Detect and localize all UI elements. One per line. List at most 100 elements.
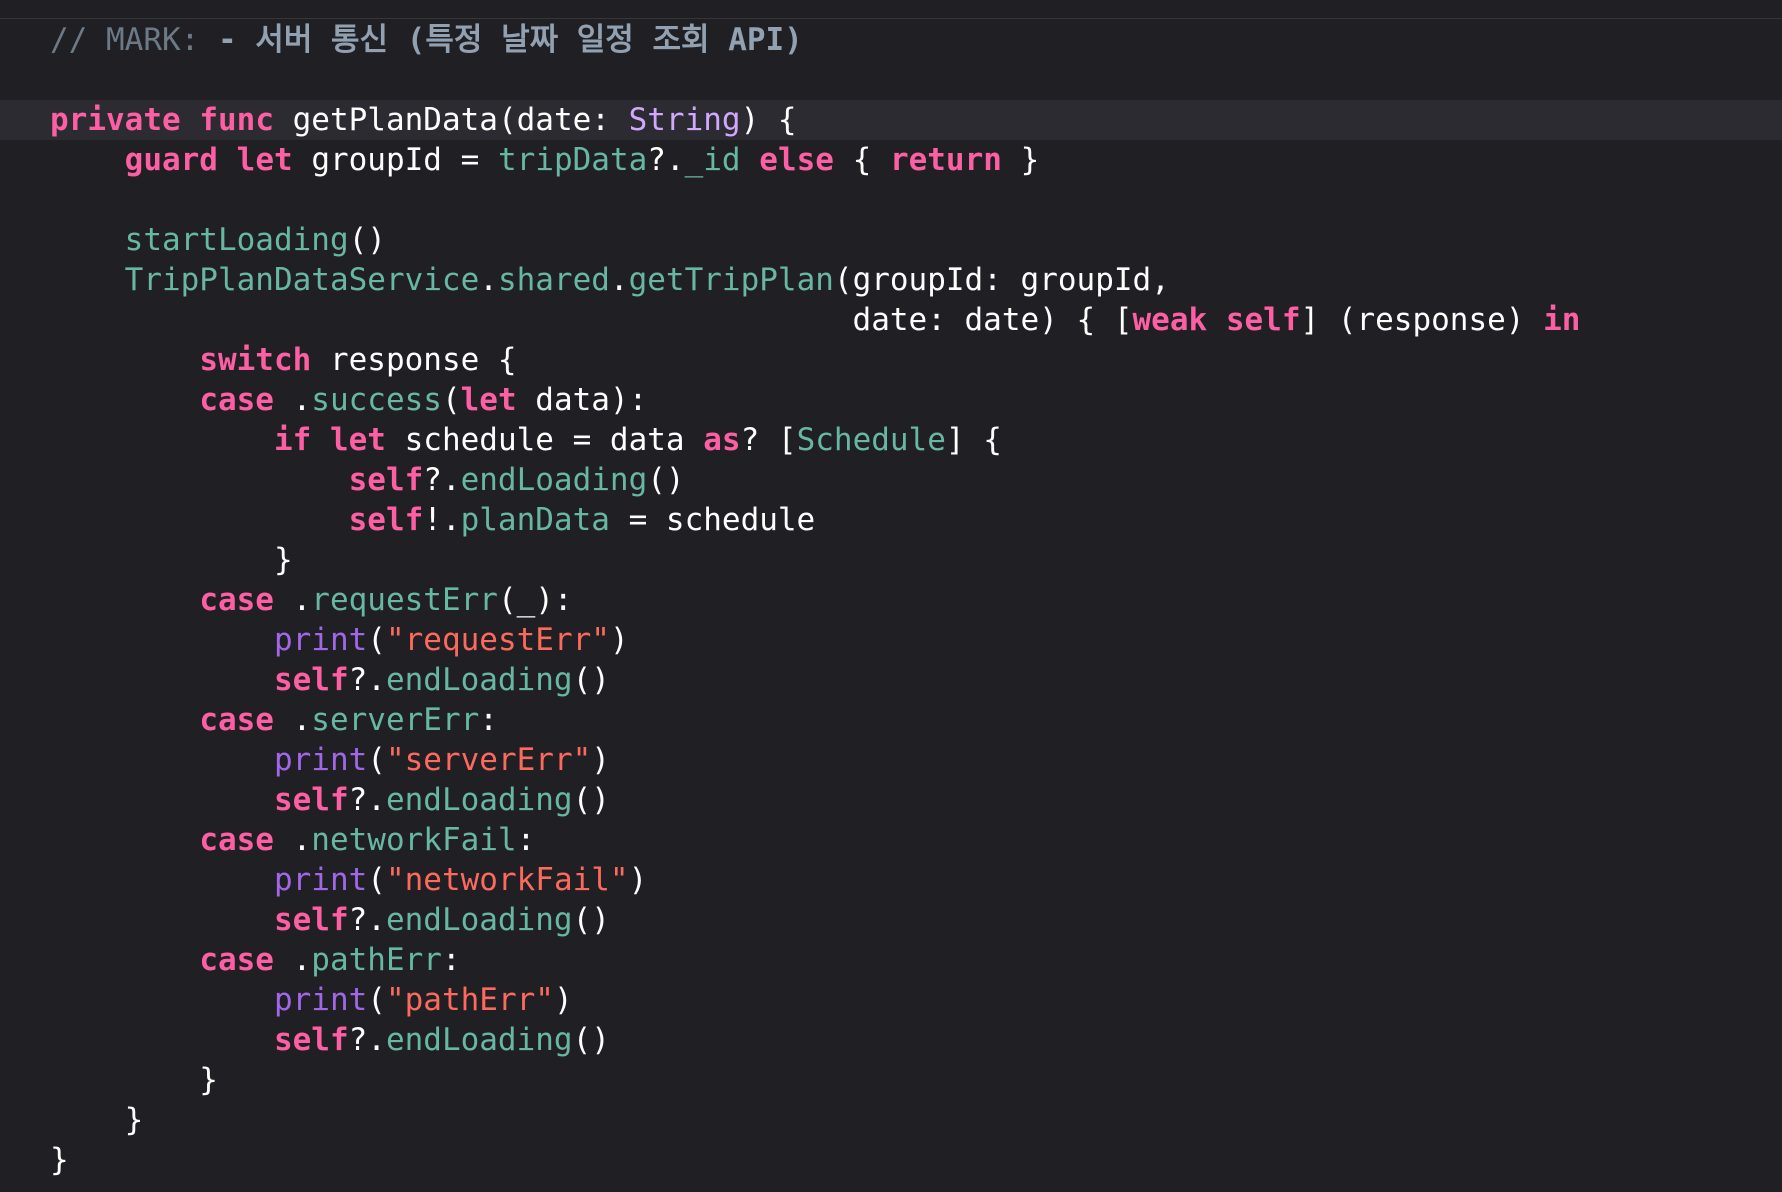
code-token: String xyxy=(628,102,741,138)
code-line[interactable]: self?.endLoading() xyxy=(50,780,1750,820)
code-line[interactable]: switch response { xyxy=(50,340,1750,380)
code-line[interactable]: case .serverErr: xyxy=(50,700,1750,740)
code-line[interactable] xyxy=(50,180,1750,220)
code-token: : xyxy=(516,822,536,858)
code-token: pathErr xyxy=(311,942,442,978)
code-token: data): xyxy=(516,382,648,418)
code-empty xyxy=(50,62,69,98)
code-editor[interactable]: // MARK: - 서버 통신 (특정 날짜 일정 조회 API) priva… xyxy=(0,0,1782,1192)
code-token: self xyxy=(273,662,349,698)
code-token: print xyxy=(273,742,368,778)
code-line[interactable]: print("networkFail") xyxy=(50,860,1750,900)
code-line[interactable]: } xyxy=(50,1060,1750,1100)
code-token: ?. xyxy=(423,462,461,498)
code-token: ] { xyxy=(945,422,1002,458)
code-line[interactable]: guard let groupId = tripData?._id else {… xyxy=(50,140,1750,180)
code-token: ? [ xyxy=(740,422,797,458)
code-line[interactable]: case .pathErr: xyxy=(50,940,1750,980)
code-line[interactable]: } xyxy=(50,1100,1750,1140)
code-token: else xyxy=(759,142,834,178)
code-line[interactable]: // MARK: - 서버 통신 (특정 날짜 일정 조회 API) xyxy=(50,20,1750,60)
code-token: groupId = xyxy=(292,142,498,178)
code-token: (groupId: groupId, xyxy=(833,262,1170,298)
code-line[interactable]: self?.endLoading() xyxy=(50,900,1750,940)
code-line[interactable]: if let schedule = data as? [Schedule] { xyxy=(50,420,1750,460)
code-token: case xyxy=(199,582,274,618)
code-line[interactable]: date: date) { [weak self] (response) in xyxy=(50,300,1750,340)
code-line[interactable]: TripPlanDataService.shared.getTripPlan(g… xyxy=(50,260,1750,300)
code-token: } xyxy=(50,1062,218,1098)
code-token: print xyxy=(273,622,368,658)
code-token: endLoading xyxy=(385,662,573,698)
code-line[interactable]: } xyxy=(50,1140,1750,1180)
code-line[interactable]: self?.endLoading() xyxy=(50,1020,1750,1060)
code-line[interactable]: case .requestErr(_): xyxy=(50,580,1750,620)
code-token: success xyxy=(311,382,442,418)
code-token: shared xyxy=(497,262,610,298)
code-token: let xyxy=(460,382,517,418)
code-line[interactable]: print("serverErr") xyxy=(50,740,1750,780)
code-token: weak xyxy=(1132,302,1208,338)
code-token: ( xyxy=(367,862,386,898)
code-token: // MARK: xyxy=(50,22,218,58)
code-token: = schedule xyxy=(609,502,816,538)
code-token: switch xyxy=(199,342,312,378)
code-token: . xyxy=(609,262,629,298)
code-token: !. xyxy=(423,502,461,538)
code-token: endLoading xyxy=(385,1022,573,1058)
code-token: Schedule xyxy=(796,422,946,458)
code-line[interactable]: self?.endLoading() xyxy=(50,660,1750,700)
code-token: endLoading xyxy=(460,462,648,498)
code-token: . xyxy=(273,942,312,978)
code-token: ?. xyxy=(647,142,685,178)
code-area[interactable]: // MARK: - 서버 통신 (특정 날짜 일정 조회 API) priva… xyxy=(0,20,1782,1180)
code-line[interactable]: self?.endLoading() xyxy=(50,460,1750,500)
code-line[interactable]: startLoading() xyxy=(50,220,1750,260)
code-token: tripData xyxy=(497,142,648,178)
code-token: self xyxy=(348,502,424,538)
code-token: () xyxy=(348,222,386,258)
code-token: () xyxy=(572,782,610,818)
code-token: ) xyxy=(591,742,610,778)
code-line[interactable]: print("requestErr") xyxy=(50,620,1750,660)
code-token: networkFail xyxy=(311,822,517,858)
code-line[interactable]: print("pathErr") xyxy=(50,980,1750,1020)
code-token: schedule = data xyxy=(385,422,704,458)
code-token: TripPlanDataService xyxy=(124,262,480,298)
code-token: planData xyxy=(460,502,610,538)
code-token: self xyxy=(348,462,424,498)
code-token: . xyxy=(273,822,312,858)
code-token: . xyxy=(479,262,498,298)
code-token: endLoading xyxy=(385,902,573,938)
code-line[interactable]: case .success(let data): xyxy=(50,380,1750,420)
code-line-current[interactable]: private func getPlanData(date: String) { xyxy=(0,100,1782,140)
code-token: ( xyxy=(367,982,386,1018)
code-line[interactable] xyxy=(50,60,1750,100)
code-line[interactable]: self!.planData = schedule xyxy=(50,500,1750,540)
code-token: self xyxy=(273,1022,349,1058)
code-token: ) xyxy=(609,622,629,658)
editor-top-divider xyxy=(0,18,1782,19)
code-token: "networkFail" xyxy=(385,862,629,898)
code-token: requestErr xyxy=(311,582,498,618)
code-token: { xyxy=(833,142,890,178)
code-token: print xyxy=(273,862,368,898)
code-token: return xyxy=(889,142,1002,178)
code-line[interactable]: case .networkFail: xyxy=(50,820,1750,860)
code-line[interactable]: } xyxy=(50,540,1750,580)
